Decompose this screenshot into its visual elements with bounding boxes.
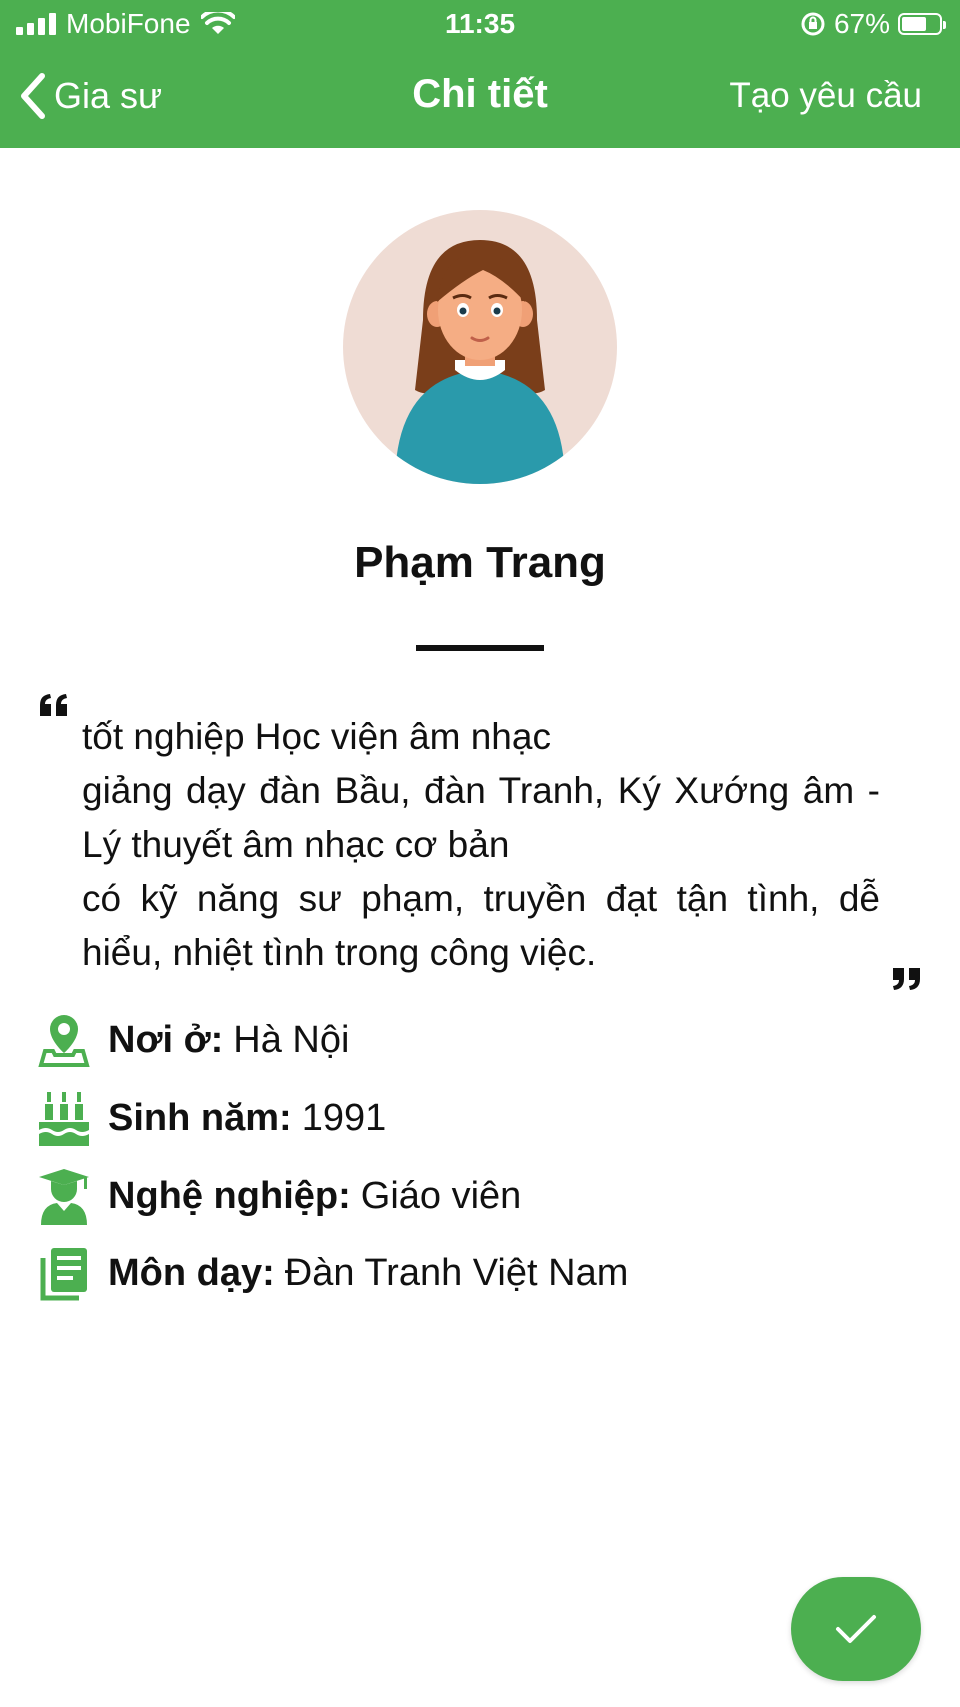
status-bar: MobiFone 11:35 67% (0, 0, 960, 50)
close-quote-icon (893, 968, 920, 990)
battery-icon (898, 13, 946, 35)
info-row-residence: Nơi ở: Hà Nội (36, 1008, 349, 1072)
avatar (343, 210, 617, 484)
bio-line: tốt nghiệp Học viện âm nhạc (82, 716, 551, 757)
rotation-lock-icon (801, 12, 825, 36)
tutor-avatar-illustration (395, 240, 565, 484)
info-value: 1991 (301, 1096, 387, 1139)
checkmark-icon (836, 1615, 876, 1643)
bio-line: giảng dạy đàn Bầu, đàn Tranh, Ký Xướng â… (82, 770, 880, 865)
open-quote-icon (40, 694, 67, 716)
create-request-button[interactable]: Tạo yêu cầu (729, 76, 922, 116)
info-label: Môn dạy: (108, 1251, 275, 1294)
birthday-cake-icon (36, 1088, 92, 1148)
info-label: Sinh năm: (108, 1096, 292, 1139)
status-right: 67% (800, 8, 946, 40)
graduate-icon (36, 1166, 92, 1226)
info-row-occupation: Nghệ nghiệp: Giáo viên (36, 1164, 521, 1228)
subject-book-icon (36, 1243, 92, 1303)
confirm-button[interactable] (791, 1577, 921, 1681)
info-value: Giáo viên (360, 1174, 522, 1217)
battery-percent: 67% (833, 8, 890, 39)
divider (416, 645, 544, 651)
top-bar: MobiFone 11:35 67% Gia sư Chi tiết Tạo y… (0, 0, 960, 148)
bio-line: có kỹ năng sư phạm, truyền đạt tận tình,… (82, 878, 880, 973)
tutor-bio: tốt nghiệp Học viện âm nhạc giảng dạy đà… (82, 710, 880, 980)
info-value: Hà Nội (233, 1018, 350, 1061)
info-label: Nơi ở: (108, 1018, 224, 1061)
location-pin-icon (36, 1010, 92, 1070)
info-value: Đàn Tranh Việt Nam (284, 1251, 629, 1294)
info-label: Nghệ nghiệp: (108, 1174, 351, 1217)
info-row-birth-year: Sinh năm: 1991 (36, 1086, 386, 1150)
tutor-name: Phạm Trang (354, 538, 606, 587)
info-row-subject: Môn dạy: Đàn Tranh Việt Nam (36, 1241, 628, 1305)
battery-level (902, 17, 927, 31)
